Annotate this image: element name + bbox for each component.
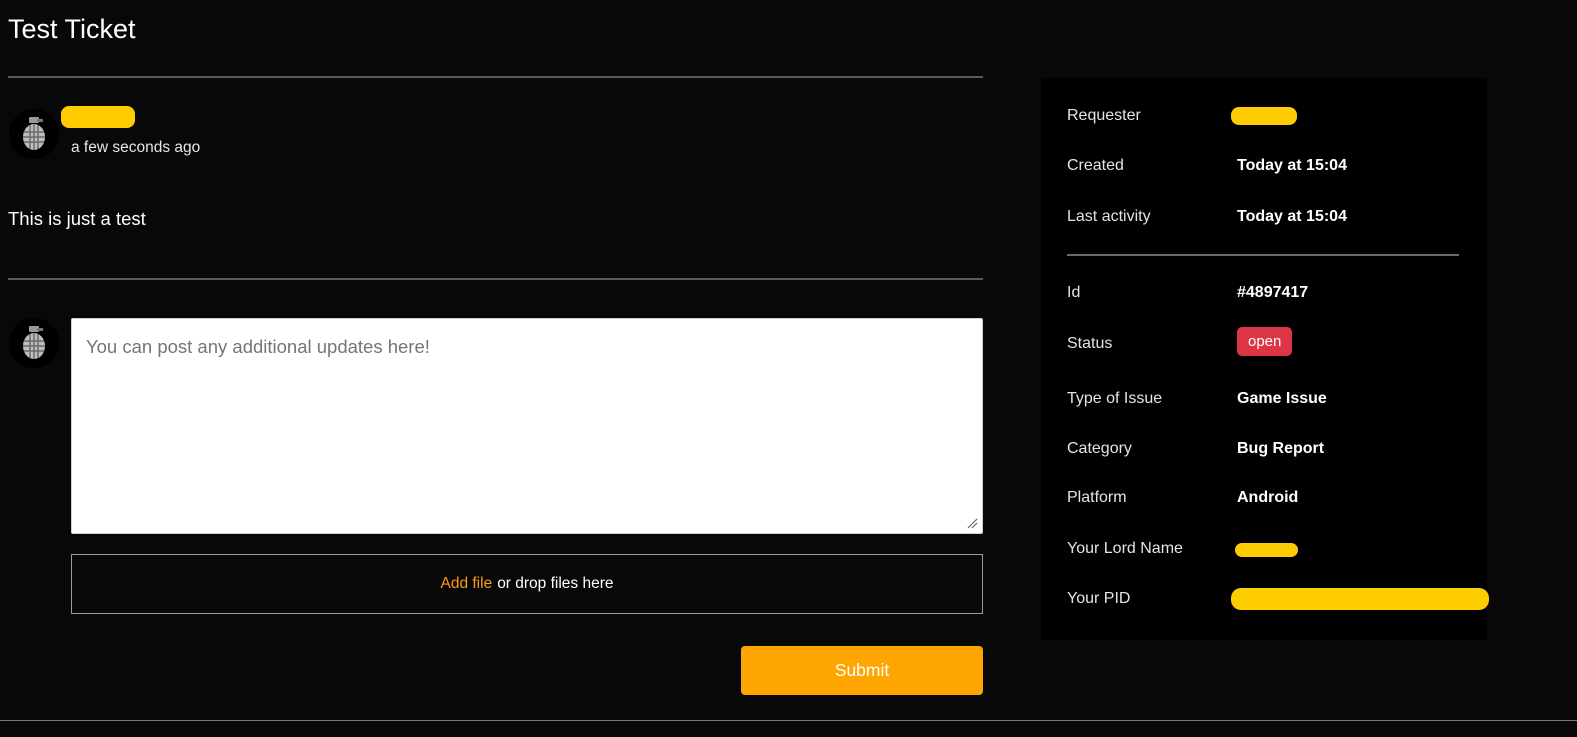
last-activity-label: Last activity — [1067, 208, 1151, 225]
grenade-icon — [23, 117, 45, 150]
drop-files-label: or drop files here — [497, 575, 614, 592]
type-label: Type of Issue — [1067, 390, 1163, 407]
ticket-details-panel: Requester Created Today at 15:04 Last ac… — [1041, 78, 1489, 640]
divider — [1067, 254, 1459, 256]
requester-value-redacted — [1231, 107, 1297, 125]
post-timestamp: a few seconds ago — [71, 139, 201, 156]
pid-value-redacted — [1231, 588, 1489, 610]
lord-name-label: Your Lord Name — [1067, 540, 1183, 557]
created-label: Created — [1067, 157, 1124, 174]
reply-textarea[interactable] — [71, 318, 983, 534]
pid-label: Your PID — [1067, 590, 1131, 607]
status-badge: open — [1237, 327, 1293, 356]
avatar — [9, 109, 59, 159]
id-value: #4897417 — [1237, 284, 1309, 301]
avatar — [9, 318, 59, 368]
type-value: Game Issue — [1237, 390, 1327, 407]
file-dropzone[interactable]: Add file or drop files here — [71, 554, 983, 614]
platform-label: Platform — [1067, 489, 1127, 506]
post-message: This is just a test — [8, 208, 146, 229]
requester-label: Requester — [1067, 107, 1141, 124]
author-name-redacted — [61, 106, 135, 128]
resize-grip-icon[interactable] — [966, 517, 978, 529]
divider — [8, 76, 983, 78]
page-title: Test Ticket — [8, 14, 136, 44]
category-label: Category — [1067, 440, 1132, 457]
lord-name-value-redacted — [1235, 543, 1298, 557]
grenade-icon — [23, 326, 45, 359]
category-value: Bug Report — [1237, 440, 1325, 457]
created-value: Today at 15:04 — [1237, 157, 1347, 174]
add-file-link[interactable]: Add file — [440, 575, 492, 593]
divider — [8, 278, 983, 280]
submit-button[interactable]: Submit — [741, 646, 983, 695]
last-activity-value: Today at 15:04 — [1237, 208, 1347, 225]
status-label: Status — [1067, 335, 1113, 352]
id-label: Id — [1067, 284, 1081, 301]
footer-divider — [0, 720, 1577, 721]
platform-value: Android — [1237, 489, 1299, 506]
